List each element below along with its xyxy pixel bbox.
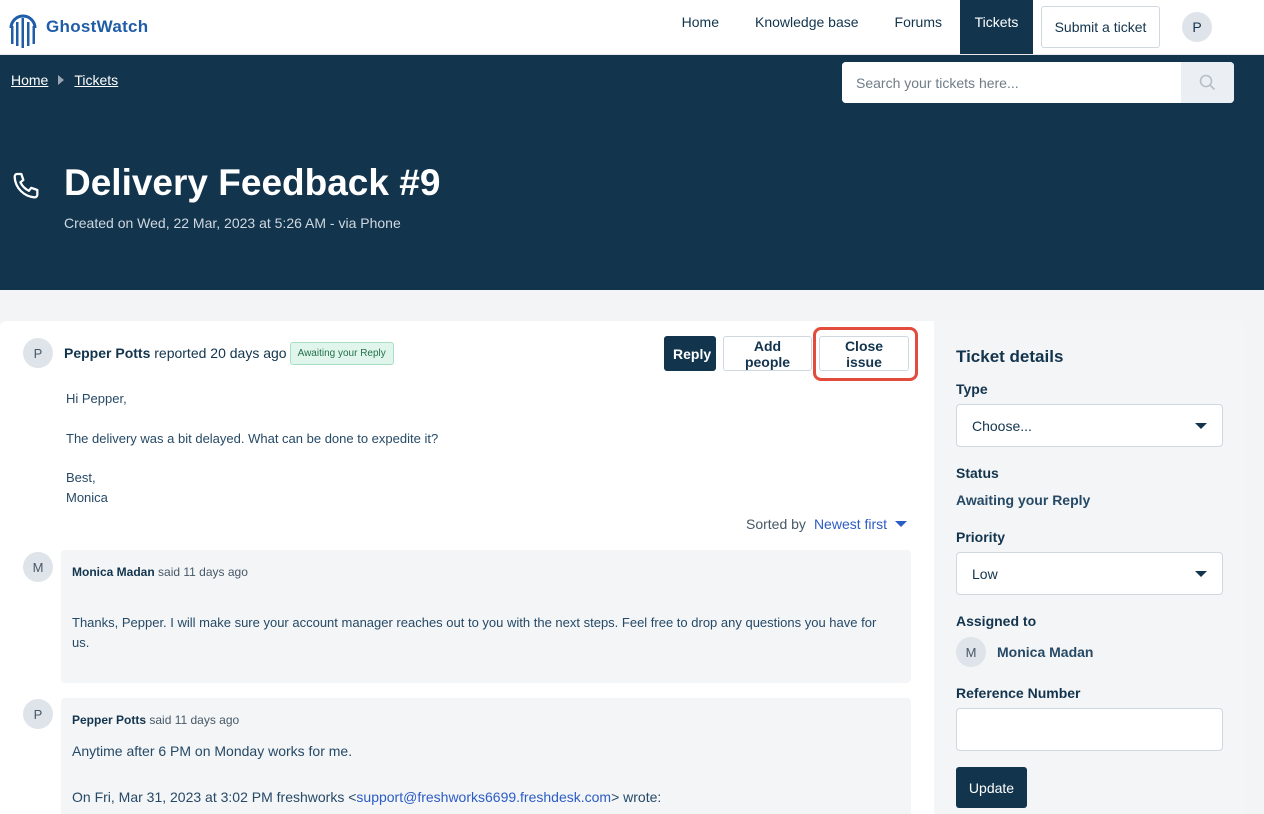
priority-label: Priority	[956, 529, 1006, 545]
ticket-header: Home Tickets Delivery Feedback #9 Create…	[0, 55, 1264, 290]
type-label: Type	[956, 381, 988, 397]
user-avatar[interactable]: P	[1182, 12, 1212, 42]
description-line: Hi Pepper,	[66, 391, 127, 406]
breadcrumb-tickets[interactable]: Tickets	[74, 72, 118, 88]
type-value: Choose...	[972, 417, 1032, 434]
breadcrumb-home[interactable]: Home	[11, 72, 48, 88]
status-value: Awaiting your Reply	[956, 492, 1091, 508]
type-select[interactable]: Choose...	[956, 404, 1223, 447]
quote-suffix: > wrote:	[611, 789, 662, 805]
brand-name: GhostWatch	[46, 17, 149, 36]
brand-logo[interactable]: GhostWatch	[8, 6, 148, 48]
comment-author: Pepper Potts	[72, 713, 147, 727]
nav-forums[interactable]: Forums	[877, 0, 960, 54]
comment-item: Pepper Potts said 11 days ago Anytime af…	[61, 698, 911, 814]
close-issue-button[interactable]: Close issue	[819, 336, 909, 371]
page-title: Delivery Feedback #9	[64, 162, 441, 203]
nav-knowledge-base[interactable]: Knowledge base	[737, 0, 877, 54]
sort-control[interactable]: Sorted by Newest first	[746, 516, 908, 532]
reporter-name: Pepper Potts	[64, 345, 151, 361]
comment-header: Monica Madan said 11 days ago	[72, 565, 248, 579]
ticket-actions: Reply Add people Close issue	[664, 336, 909, 371]
top-navbar: GhostWatch Home Knowledge base Forums Ti…	[0, 0, 1264, 55]
ticket-search	[842, 62, 1234, 103]
comment-time: said 11 days ago	[149, 713, 240, 727]
main-nav: Home Knowledge base Forums Tickets Submi…	[664, 0, 1264, 54]
quote-prefix: On Fri, Mar 31, 2023 at 3:02 PM freshwor…	[72, 789, 357, 805]
breadcrumb-separator-icon	[58, 75, 65, 85]
reporter-info: Pepper Potts reported 20 days ago	[64, 345, 287, 361]
reference-label: Reference Number	[956, 685, 1081, 701]
search-button[interactable]	[1181, 62, 1234, 103]
assignee: M Monica Madan	[956, 637, 1093, 667]
comment-author: Monica Madan	[72, 565, 155, 579]
ticket-created-info: Created on Wed, 22 Mar, 2023 at 5:26 AM …	[64, 215, 401, 231]
avatar: M	[23, 552, 53, 582]
ticket-details-panel: Ticket details Type Choose... Status Awa…	[934, 321, 1245, 814]
assignee-name: Monica Madan	[997, 644, 1094, 660]
avatar: P	[23, 699, 53, 729]
sort-value[interactable]: Newest first	[814, 516, 887, 532]
reference-number-input[interactable]	[956, 708, 1223, 751]
chevron-down-icon	[1195, 422, 1207, 429]
search-input[interactable]	[842, 62, 1181, 103]
breadcrumb: Home Tickets	[11, 72, 118, 88]
reported-time: reported 20 days ago	[154, 345, 287, 361]
comment-header: Pepper Potts said 11 days ago	[72, 713, 239, 727]
ghostwatch-logo-icon	[9, 14, 37, 48]
nav-home[interactable]: Home	[664, 0, 737, 54]
ticket-conversation: P Pepper Potts reported 20 days ago Awai…	[0, 321, 934, 814]
comment-time: said 11 days ago	[158, 565, 248, 579]
description-line: Monica	[66, 489, 108, 505]
avatar: P	[23, 338, 53, 368]
chevron-down-icon[interactable]	[895, 521, 908, 527]
status-badge: Awaiting your Reply	[289, 341, 394, 365]
comment-quote-header: On Fri, Mar 31, 2023 at 3:02 PM freshwor…	[72, 788, 892, 808]
comment-body: Anytime after 6 PM on Monday works for m…	[72, 743, 353, 759]
support-email-link[interactable]: support@freshworks6699.freshdesk.com	[356, 789, 611, 805]
ticket-description: Hi Pepper, The delivery was a bit delaye…	[66, 389, 438, 507]
chevron-down-icon	[1195, 570, 1207, 577]
description-line: The delivery was a bit delayed. What can…	[66, 430, 439, 446]
assigned-label: Assigned to	[956, 613, 1037, 629]
reporter-row: P Pepper Potts reported 20 days ago Awai…	[23, 338, 394, 368]
nav-tickets[interactable]: Tickets	[960, 0, 1033, 54]
add-people-button[interactable]: Add people	[723, 336, 812, 371]
description-line: Best,	[66, 470, 96, 485]
search-icon	[1199, 74, 1216, 91]
status-label: Status	[956, 465, 999, 481]
sort-label: Sorted by	[746, 516, 806, 532]
reply-button[interactable]: Reply	[664, 336, 716, 371]
priority-select[interactable]: Low	[956, 552, 1223, 595]
ticket-details-title: Ticket details	[956, 347, 1064, 366]
comment-item: Monica Madan said 11 days ago Thanks, Pe…	[61, 550, 911, 683]
phone-icon	[13, 172, 39, 199]
comment-body: Thanks, Pepper. I will make sure your ac…	[72, 615, 877, 650]
update-button[interactable]: Update	[956, 767, 1027, 808]
avatar: M	[956, 637, 986, 667]
priority-value: Low	[972, 565, 998, 582]
submit-ticket-button[interactable]: Submit a ticket	[1041, 6, 1160, 48]
